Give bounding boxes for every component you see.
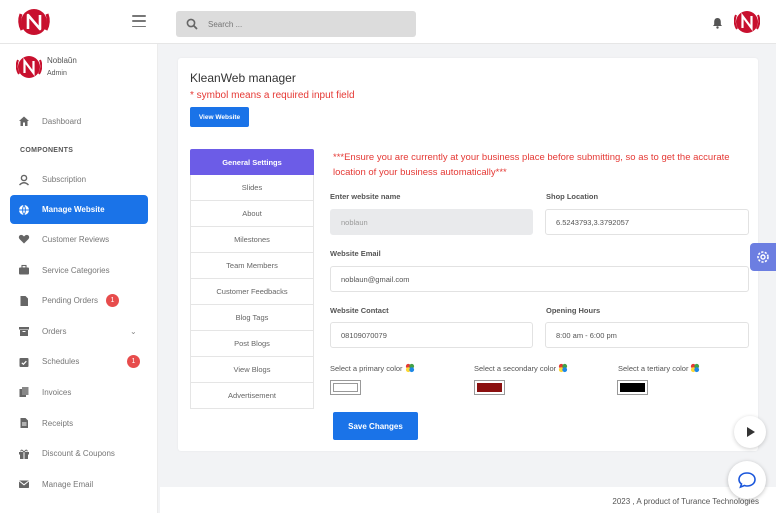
sidebar-item-label: Manage Website xyxy=(42,205,105,215)
secondary-color-picker[interactable] xyxy=(474,380,505,395)
tab-team-members[interactable]: Team Members xyxy=(190,253,314,279)
shop-location-label: Shop Location xyxy=(546,192,599,201)
profile-name: Noblaŭn xyxy=(47,56,77,65)
home-icon xyxy=(18,115,30,127)
heart-icon xyxy=(18,233,30,245)
user-icon xyxy=(18,174,30,186)
sidebar-item-receipts[interactable]: Receipts xyxy=(0,408,158,439)
sidebar-item-label: Pending Orders xyxy=(42,296,99,306)
sidebar-item-invoices[interactable]: Invoices xyxy=(0,377,158,408)
section-label: COMPONENTS xyxy=(20,147,74,155)
globe-icon xyxy=(18,204,30,216)
sidebar-item-customer-reviews[interactable]: Customer Reviews xyxy=(0,224,158,255)
secondary-color-label: Select a secondary color xyxy=(474,363,568,373)
tertiary-color-picker[interactable] xyxy=(617,380,648,395)
save-changes-button[interactable]: Save Changes xyxy=(333,412,418,440)
avatar[interactable] xyxy=(16,54,42,80)
profile-role: Admin xyxy=(47,70,67,77)
sidebar-item-label: Invoices xyxy=(42,387,72,397)
website-contact-field[interactable]: 08109070079 xyxy=(330,322,533,348)
search-icon xyxy=(186,18,198,30)
pending-orders-badge: 1 xyxy=(106,294,119,308)
sidebar-item-orders[interactable]: Orders ⌄ xyxy=(0,316,158,347)
sidebar-item-discount-coupons[interactable]: Discount & Coupons xyxy=(0,438,158,469)
footer-text: 2023 , A product of Turance Technologies xyxy=(612,497,759,506)
tertiary-color-label: Select a tertiary color xyxy=(618,363,700,373)
top-bar xyxy=(0,0,776,44)
footer: 2023 , A product of Turance Technologies xyxy=(160,487,776,513)
file-icon xyxy=(18,295,30,307)
tab-view-blogs[interactable]: View Blogs xyxy=(190,357,314,383)
tab-blog-tags[interactable]: Blog Tags xyxy=(190,305,314,331)
sidebar-item-manage-website[interactable]: Manage Website xyxy=(10,195,148,225)
user-avatar[interactable] xyxy=(734,9,760,35)
website-name-label: Enter website name xyxy=(330,192,401,201)
opening-hours-label: Opening Hours xyxy=(546,306,601,315)
color-wheel-icon xyxy=(691,363,700,373)
sidebar-item-manage-email[interactable]: Manage Email xyxy=(0,469,158,500)
chevron-down-icon[interactable]: ⌄ xyxy=(130,327,137,336)
sidebar-item-schedules[interactable]: Schedules 1 xyxy=(0,347,158,378)
sidebar-item-label: Subscription xyxy=(42,175,87,185)
sidebar-menu: Dashboard COMPONENTS Subscription Manage… xyxy=(0,106,158,500)
required-note: * symbol means a required input field xyxy=(190,90,355,101)
website-contact-label: Website Contact xyxy=(330,306,389,315)
sidebar-item-dashboard[interactable]: Dashboard xyxy=(0,106,158,137)
copy-icon xyxy=(18,386,30,398)
play-button[interactable] xyxy=(734,416,766,448)
sidebar-item-label: Dashboard xyxy=(42,116,82,126)
color-wheel-icon xyxy=(559,363,568,373)
gear-icon xyxy=(757,251,769,263)
primary-color-picker[interactable] xyxy=(330,380,361,395)
opening-hours-field[interactable]: 8:00 am - 6:00 pm xyxy=(545,322,749,348)
tab-post-blogs[interactable]: Post Blogs xyxy=(190,331,314,357)
tab-customer-feedbacks[interactable]: Customer Feedbacks xyxy=(190,279,314,305)
calendar-check-icon xyxy=(18,356,30,368)
website-name-field: noblaun xyxy=(330,209,533,235)
brand-logo[interactable] xyxy=(16,6,52,38)
page-title: KleanWeb manager xyxy=(190,71,296,85)
sidebar-item-label: Discount & Coupons xyxy=(42,449,115,459)
sidebar-item-label: Schedules xyxy=(42,357,80,367)
sidebar-item-label: Service Categories xyxy=(42,265,110,275)
primary-color-label: Select a primary color xyxy=(330,363,415,373)
tab-general-settings[interactable]: General Settings xyxy=(190,149,314,175)
website-email-label: Website Email xyxy=(330,249,381,258)
briefcase-icon xyxy=(18,264,30,276)
gift-icon xyxy=(18,448,30,460)
box-icon xyxy=(18,325,30,337)
sidebar-item-label: Customer Reviews xyxy=(42,234,110,244)
play-icon xyxy=(747,427,755,437)
sidebar-item-label: Receipts xyxy=(42,418,74,428)
sidebar-item-pending-orders[interactable]: Pending Orders 1 xyxy=(0,285,158,316)
tab-milestones[interactable]: Milestones xyxy=(190,227,314,253)
tab-advertisement[interactable]: Advertisement xyxy=(190,383,314,409)
schedules-badge: 1 xyxy=(127,355,140,369)
sidebar-item-label: Orders xyxy=(42,326,67,336)
envelope-icon xyxy=(18,478,30,490)
website-email-field[interactable]: noblaun@gmail.com xyxy=(330,266,749,292)
main-card: KleanWeb manager * symbol means a requir… xyxy=(178,58,758,451)
tab-slides[interactable]: Slides xyxy=(190,175,314,201)
search-input[interactable] xyxy=(208,19,388,29)
settings-tabs: General Settings Slides About Milestones… xyxy=(190,149,314,409)
notification-bell-icon[interactable] xyxy=(712,17,723,29)
file-text-icon xyxy=(18,417,30,429)
chat-icon xyxy=(738,472,756,489)
view-website-button[interactable]: View Website xyxy=(190,107,249,127)
location-warning: ***Ensure you are currently at your busi… xyxy=(333,152,730,178)
shop-location-field[interactable]: 6.5243793,3.3792057 xyxy=(545,209,749,235)
sidebar-item-label: Manage Email xyxy=(42,479,94,489)
tab-about[interactable]: About xyxy=(190,201,314,227)
menu-toggle-icon[interactable] xyxy=(132,15,146,27)
sidebar: Noblaŭn Admin Dashboard COMPONENTS Subsc… xyxy=(0,44,158,513)
sidebar-item-service-categories[interactable]: Service Categories xyxy=(0,255,158,286)
settings-panel-toggle[interactable] xyxy=(750,243,776,271)
chat-button[interactable] xyxy=(728,461,766,499)
color-wheel-icon xyxy=(405,363,414,373)
search-bar[interactable] xyxy=(176,11,416,37)
sidebar-item-subscription[interactable]: Subscription xyxy=(0,165,158,196)
